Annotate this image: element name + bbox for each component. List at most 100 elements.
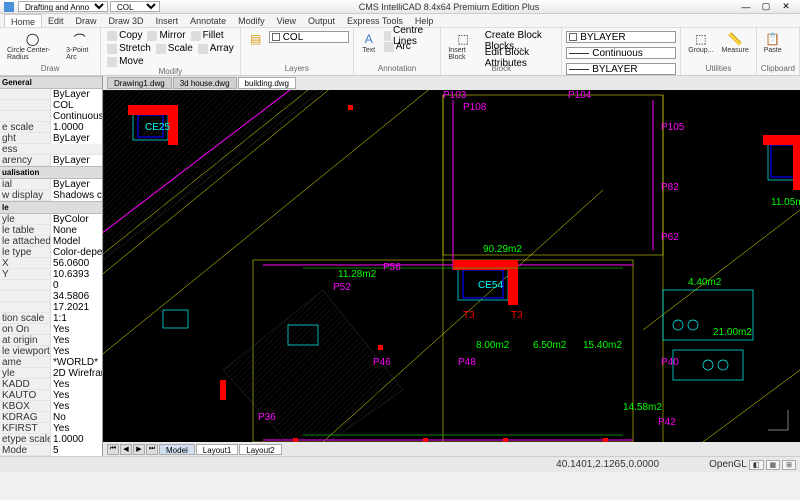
prop-value[interactable]: ByLayer [50, 133, 102, 144]
tab-output[interactable]: Output [302, 14, 341, 27]
property-row[interactable]: KBOXYes [0, 401, 102, 412]
property-row[interactable]: le attached toModel [0, 236, 102, 247]
property-row[interactable]: yleByColor [0, 214, 102, 225]
prop-value[interactable]: Yes [50, 390, 102, 401]
tab-nav-last[interactable]: ⏭ [146, 444, 158, 455]
tab-draw[interactable]: Draw [70, 14, 103, 27]
fillet-button[interactable]: Fillet [189, 30, 226, 41]
mirror-button[interactable]: Mirror [145, 30, 187, 41]
prop-value[interactable]: 7 [50, 456, 102, 457]
property-row[interactable]: yle2D Wireframe [0, 368, 102, 379]
doc-tab[interactable]: 3d house.dwg [173, 77, 237, 89]
prop-value[interactable]: 34.5806 [50, 291, 102, 302]
prop-value[interactable]: 2D Wireframe [50, 368, 102, 379]
layers-button[interactable]: ▤ [245, 30, 267, 48]
arc-anno-button[interactable]: Arc [382, 41, 437, 52]
tab-modify[interactable]: Modify [232, 14, 271, 27]
prop-value[interactable]: 5 [50, 445, 102, 456]
arc-button[interactable]: ⌒3-Point Arc [63, 30, 96, 62]
property-row[interactable]: ess [0, 144, 102, 155]
center-lines-button[interactable]: Centre Lines [382, 30, 437, 41]
stretch-button[interactable]: Stretch [105, 43, 153, 54]
property-row[interactable]: 17.2021 [0, 302, 102, 313]
prop-value[interactable]: ByLayer [50, 179, 102, 190]
prop-value[interactable]: Model [50, 236, 102, 247]
layer-state-combo[interactable]: COL [269, 31, 349, 43]
prop-value[interactable]: Continuous [50, 111, 102, 122]
prop-value[interactable]: ByLayer [50, 155, 102, 166]
scale-button[interactable]: Scale [154, 43, 195, 54]
tab-draw3d[interactable]: Draw 3D [103, 14, 150, 27]
drawing-canvas[interactable]: CE25 CE54 T3 T3 P103 P104 P105 P108 P62 … [103, 90, 800, 442]
prop-value[interactable]: ByLayer [50, 89, 102, 100]
close-button[interactable]: ✕ [776, 1, 796, 13]
prop-value[interactable]: Yes [50, 346, 102, 357]
property-row[interactable]: KDRAGNo [0, 412, 102, 423]
property-row[interactable]: le viewportYes [0, 346, 102, 357]
tab-nav-first[interactable]: ⏮ [107, 444, 119, 455]
layout-tab[interactable]: Layout1 [196, 444, 238, 455]
prop-value[interactable]: 1.0000 [50, 434, 102, 445]
property-row[interactable]: X56.0600 [0, 258, 102, 269]
workspace-combo[interactable]: Drafting and Annotation [18, 1, 108, 12]
tab-annotate[interactable]: Annotate [184, 14, 232, 27]
status-button[interactable]: ⊞ [782, 460, 796, 470]
edit-attrs-button[interactable]: Edit Block Attributes [483, 52, 558, 63]
prop-value[interactable]: Yes [50, 324, 102, 335]
circle-button[interactable]: ◯Circle Center-Radius [4, 30, 61, 62]
prop-value[interactable]: Yes [50, 335, 102, 346]
property-row[interactable]: Mode5 [0, 445, 102, 456]
doc-tab[interactable]: building.dwg [238, 77, 296, 89]
property-row[interactable]: KADDYes [0, 379, 102, 390]
layout-tab[interactable]: Model [159, 444, 195, 455]
prop-value[interactable]: Shadows cast and rec. [50, 190, 102, 201]
copy-button[interactable]: Copy [105, 30, 144, 41]
prop-value[interactable]: 1:1 [50, 313, 102, 324]
array-button[interactable]: Array [196, 43, 236, 54]
status-button[interactable]: ▦ [766, 460, 781, 470]
group-button[interactable]: ⬚Group... [685, 30, 716, 55]
lineweight-combo[interactable]: BYLAYER [566, 63, 676, 75]
property-row[interactable]: ame*WORLD* [0, 357, 102, 368]
property-row[interactable]: tion scale1:1 [0, 313, 102, 324]
prop-value[interactable]: ByColor [50, 214, 102, 225]
property-row[interactable]: ialByLayer [0, 179, 102, 190]
property-row[interactable]: KFIRSTYes [0, 423, 102, 434]
layer-combo[interactable]: COL [110, 1, 160, 12]
property-row[interactable]: ghtByLayer [0, 133, 102, 144]
text-button[interactable]: AText [358, 30, 380, 55]
prop-value[interactable]: 17.2021 [50, 302, 102, 313]
prop-value[interactable]: 0 [50, 280, 102, 291]
property-row[interactable]: arencyByLayer [0, 155, 102, 166]
property-row[interactable]: etype scale1.0000 [0, 434, 102, 445]
property-row[interactable]: Continuous [0, 111, 102, 122]
paste-button[interactable]: 📋Paste [761, 30, 785, 55]
minimize-button[interactable]: — [736, 1, 756, 13]
property-row[interactable]: le typeColor-dependent print [0, 247, 102, 258]
property-row[interactable]: on OnYes [0, 324, 102, 335]
property-row[interactable]: e scale1.0000 [0, 122, 102, 133]
move-button[interactable]: Move [105, 56, 145, 67]
prop-value[interactable]: No [50, 412, 102, 423]
measure-button[interactable]: 📏Measure [719, 30, 752, 55]
tab-nav-prev[interactable]: ◀ [120, 444, 132, 455]
tab-insert[interactable]: Insert [150, 14, 185, 27]
prop-value[interactable]: COL [50, 100, 102, 111]
prop-value[interactable]: 1.0000 [50, 122, 102, 133]
property-row[interactable]: 0 [0, 280, 102, 291]
prop-value[interactable]: None [50, 225, 102, 236]
create-block-button[interactable]: Create Block [483, 30, 558, 41]
doc-tab[interactable]: Drawing1.dwg [107, 77, 172, 89]
color-combo[interactable]: BYLAYER [566, 31, 676, 43]
property-row[interactable]: COL [0, 100, 102, 111]
prop-value[interactable]: *WORLD* [50, 357, 102, 368]
tab-edit[interactable]: Edit [42, 14, 70, 27]
tab-view[interactable]: View [271, 14, 302, 27]
tab-home[interactable]: Home [4, 14, 42, 27]
property-row[interactable]: ByLayer [0, 89, 102, 100]
property-row[interactable]: w displayShadows cast and rec. [0, 190, 102, 201]
prop-value[interactable]: Yes [50, 379, 102, 390]
linetype-combo[interactable]: Continuous [566, 47, 676, 59]
property-row[interactable]: 34.5806 [0, 291, 102, 302]
prop-value[interactable]: 10.6393 [50, 269, 102, 280]
